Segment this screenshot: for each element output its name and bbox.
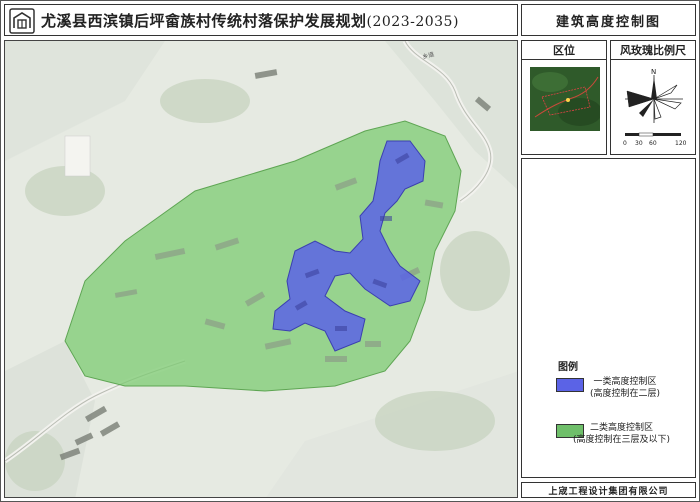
legend-item-zone1: 一类高度控制区 (高度控制在二层) (590, 376, 660, 400)
legend-item-zone2: 二类高度控制区 (高度控制在三层及以下) (573, 422, 670, 446)
legend-title: 图例 (558, 362, 578, 373)
compass-label: 风玫瑰比例尺 (611, 41, 695, 60)
wind-rose-icon: N 0 30 60 120 (623, 68, 687, 147)
scale-tick-2: 60 (649, 140, 657, 147)
plan-title-text: 尤溪县西滨镇后坪畲族村传统村落保护发展规划 (41, 12, 367, 30)
map-canvas[interactable]: 乡道 (5, 41, 518, 498)
north-label: N (651, 68, 656, 76)
scale-tick-1: 30 (635, 140, 643, 147)
legend-swatch-zone1 (556, 378, 584, 392)
title-bar: 尤溪县西滨镇后坪畲族村传统村落保护发展规划(2023-2035) (4, 4, 518, 36)
company-footer: 上宬工程设计集团有限公司 (521, 482, 696, 498)
scale-tick-3: 120 (675, 140, 687, 147)
legend-zone1-label: 一类高度控制区 (593, 377, 657, 387)
legend-zone2-label: 二类高度控制区 (590, 423, 654, 433)
location-panel: 区位 (521, 40, 607, 155)
map-panel[interactable]: 乡道 (4, 40, 518, 498)
plan-title: 尤溪县西滨镇后坪畲族村传统村落保护发展规划(2023-2035) (41, 10, 459, 31)
plan-years: (2023-2035) (366, 14, 459, 30)
legend-zone2-note: (高度控制在三层及以下) (573, 435, 671, 445)
legend-zone1-note: (高度控制在二层) (590, 389, 661, 399)
location-thumbnail (530, 67, 600, 131)
scale-tick-0: 0 (623, 140, 627, 147)
logo-icon (9, 8, 35, 34)
compass-panel: 风玫瑰比例尺 N 0 30 60 120 (610, 40, 696, 155)
drawing-title: 建筑高度控制图 (521, 4, 696, 36)
location-label: 区位 (522, 41, 606, 60)
